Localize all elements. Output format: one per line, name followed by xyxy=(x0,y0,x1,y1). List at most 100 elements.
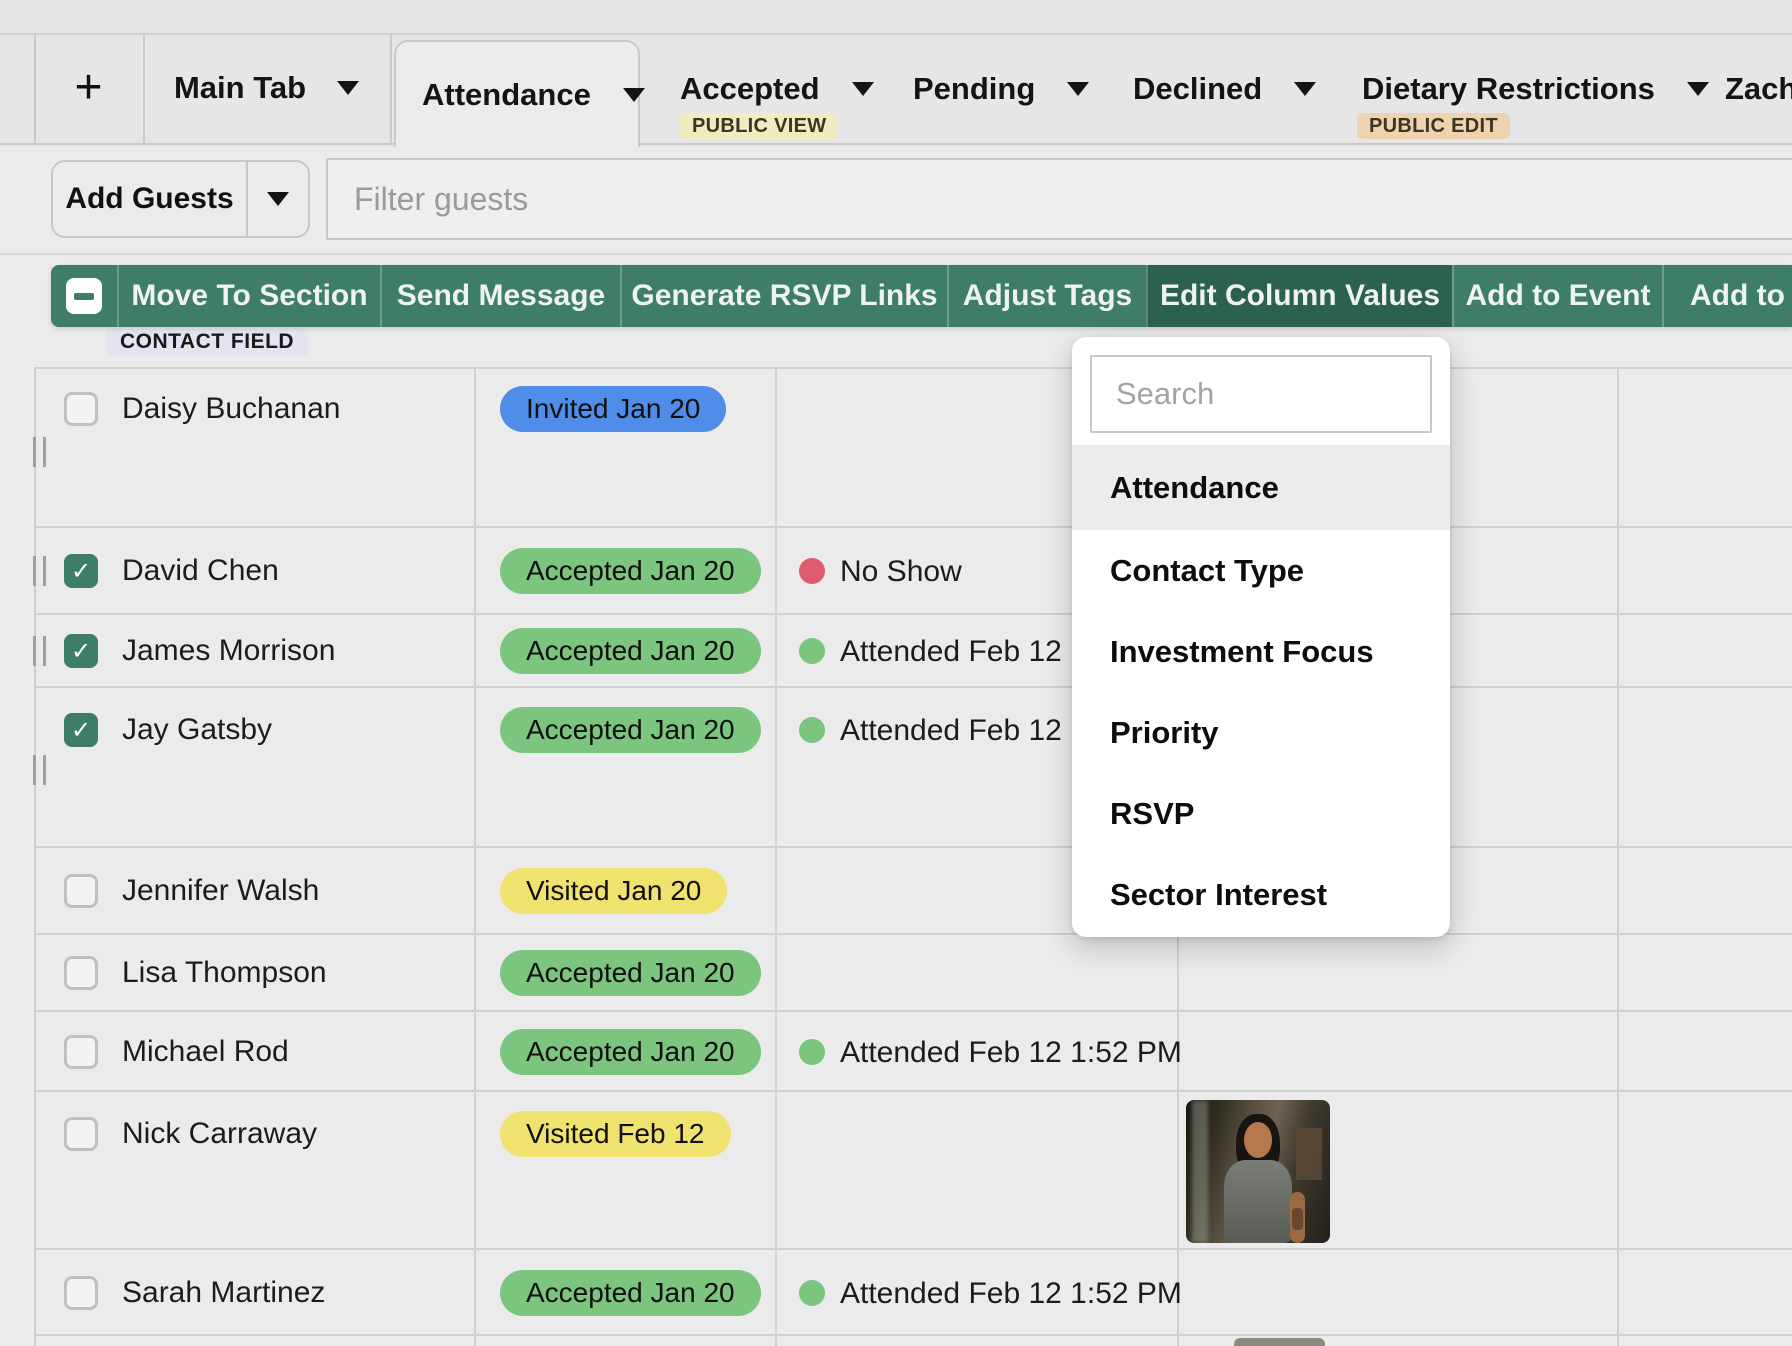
rsvp-pill[interactable]: Accepted Jan 20 xyxy=(500,950,761,996)
guest-photo-partial[interactable] xyxy=(1234,1338,1325,1346)
dropdown-item-contact-type[interactable]: Contact Type xyxy=(1072,530,1450,611)
photo-background xyxy=(1192,1100,1208,1243)
guest-photo[interactable] xyxy=(1186,1100,1330,1243)
tab-divider xyxy=(390,33,392,143)
photo-background xyxy=(1296,1128,1322,1180)
add-tab-button[interactable]: + xyxy=(34,33,143,143)
tab-dietary-restrictions[interactable]: Dietary Restrictions PUBLIC EDIT xyxy=(1362,33,1682,145)
minus-icon xyxy=(74,293,94,300)
table-row[interactable]: Jennifer Walsh Visited Jan 20 xyxy=(0,848,1792,935)
move-to-section-button[interactable]: Move To Section xyxy=(117,265,380,327)
row-checkbox-checked[interactable]: ✓ xyxy=(64,713,98,747)
button-label: Move To Section xyxy=(131,279,367,313)
add-guests-button[interactable]: Add Guests xyxy=(51,160,310,238)
status-dot-green xyxy=(799,1280,825,1306)
chevron-down-icon[interactable] xyxy=(1067,82,1089,96)
row-checkbox-checked[interactable]: ✓ xyxy=(64,554,98,588)
row-checkbox-unchecked[interactable] xyxy=(64,1276,98,1310)
add-guests-label: Add Guests xyxy=(53,182,246,216)
rsvp-pill[interactable]: Accepted Jan 20 xyxy=(500,628,761,674)
table-row[interactable]: Daisy Buchanan Invited Jan 20 xyxy=(0,367,1792,528)
rsvp-pill[interactable]: Accepted Jan 20 xyxy=(500,707,761,753)
chevron-down-icon[interactable] xyxy=(1687,82,1709,96)
button-label: Generate RSVP Links xyxy=(631,279,937,313)
dropdown-item-investment-focus[interactable]: Investment Focus xyxy=(1072,611,1450,692)
table-row[interactable]: Sarah Martinez Accepted Jan 20 Attended … xyxy=(0,1250,1792,1336)
add-to-list-button[interactable]: Add to List xyxy=(1662,265,1792,327)
drag-handle-icon[interactable] xyxy=(33,556,46,586)
tab-accepted[interactable]: Accepted PUBLIC VIEW xyxy=(680,33,880,145)
chevron-down-icon[interactable] xyxy=(623,88,645,102)
drag-handle-icon[interactable] xyxy=(33,755,46,785)
tab-label: Zach's xyxy=(1725,71,1792,107)
adjust-tags-button[interactable]: Adjust Tags xyxy=(947,265,1146,327)
rsvp-pill[interactable]: Visited Feb 12 xyxy=(500,1111,731,1157)
button-label: Add to Event xyxy=(1466,279,1651,313)
guest-name: Nick Carraway xyxy=(122,1117,317,1151)
select-all-checkbox[interactable] xyxy=(51,265,117,327)
attendance-status[interactable]: Attended Feb 12 1:52 PM xyxy=(840,1277,1182,1311)
guest-name: Daisy Buchanan xyxy=(122,392,340,426)
send-message-button[interactable]: Send Message xyxy=(380,265,620,327)
drag-handle-icon[interactable] xyxy=(33,437,46,467)
add-guests-dropdown-toggle[interactable] xyxy=(248,192,308,206)
drag-handle-icon[interactable] xyxy=(33,636,46,666)
rsvp-pill[interactable]: Invited Jan 20 xyxy=(500,386,726,432)
filter-guests-input[interactable] xyxy=(326,158,1792,240)
tab-main-tab[interactable]: Main Tab xyxy=(143,33,390,143)
row-checkbox-checked[interactable]: ✓ xyxy=(64,634,98,668)
dropdown-item-attendance[interactable]: Attendance xyxy=(1072,445,1450,530)
table-row[interactable]: ✓ James Morrison Accepted Jan 20 Attende… xyxy=(0,615,1792,688)
rsvp-pill[interactable]: Accepted Jan 20 xyxy=(500,548,761,594)
dropdown-item-label: Attendance xyxy=(1110,470,1279,506)
table-row[interactable]: Lisa Thompson Accepted Jan 20 xyxy=(0,935,1792,1012)
table-row[interactable]: ✓ David Chen Accepted Jan 20 No Show xyxy=(0,528,1792,615)
generate-rsvp-links-button[interactable]: Generate RSVP Links xyxy=(620,265,947,327)
tab-label: Declined xyxy=(1133,71,1262,107)
guest-name: Michael Rod xyxy=(122,1035,289,1069)
tab-declined[interactable]: Declined xyxy=(1133,33,1313,145)
row-border xyxy=(34,1334,1792,1336)
status-dot-green xyxy=(799,1039,825,1065)
table-row[interactable]: ✓ Jay Gatsby Accepted Jan 20 Attended Fe… xyxy=(0,688,1792,848)
row-checkbox-unchecked[interactable] xyxy=(64,1117,98,1151)
add-to-event-button[interactable]: Add to Event xyxy=(1452,265,1662,327)
table-row[interactable]: Michael Rod Accepted Jan 20 Attended Feb… xyxy=(0,1012,1792,1092)
tab-zachs-clipped[interactable]: Zach's xyxy=(1725,33,1792,145)
status-dot-green xyxy=(799,717,825,743)
column-search-input[interactable] xyxy=(1090,355,1432,433)
chevron-down-icon[interactable] xyxy=(852,82,874,96)
dropdown-item-rsvp[interactable]: RSVP xyxy=(1072,773,1450,854)
dropdown-item-priority[interactable]: Priority xyxy=(1072,692,1450,773)
dropdown-item-sector-interest[interactable]: Sector Interest xyxy=(1072,854,1450,935)
tab-bar-border xyxy=(0,143,394,145)
indeterminate-checkbox-icon xyxy=(66,278,102,314)
guest-name: Lisa Thompson xyxy=(122,956,327,990)
tab-attendance-active[interactable]: Attendance xyxy=(394,40,640,147)
row-checkbox-unchecked[interactable] xyxy=(64,956,98,990)
status-dot-red xyxy=(799,558,825,584)
photo-person xyxy=(1244,1122,1272,1158)
rsvp-pill[interactable]: Accepted Jan 20 xyxy=(500,1270,761,1316)
rsvp-pill[interactable]: Visited Jan 20 xyxy=(500,868,727,914)
chevron-down-icon[interactable] xyxy=(1294,82,1316,96)
button-label: Edit Column Values xyxy=(1160,279,1440,313)
attendance-status[interactable]: Attended Feb 12 1:52 PM xyxy=(840,1036,1182,1070)
status-dot-green xyxy=(799,638,825,664)
edit-column-values-dropdown: Attendance Contact Type Investment Focus… xyxy=(1072,337,1450,937)
row-checkbox-unchecked[interactable] xyxy=(64,392,98,426)
tab-pending[interactable]: Pending xyxy=(913,33,1093,145)
guest-name: David Chen xyxy=(122,554,279,588)
guest-name: Jay Gatsby xyxy=(122,713,272,747)
chevron-down-icon[interactable] xyxy=(337,81,359,95)
dropdown-item-label: Priority xyxy=(1110,715,1219,751)
guest-name: Sarah Martinez xyxy=(122,1276,325,1310)
rsvp-pill[interactable]: Accepted Jan 20 xyxy=(500,1029,761,1075)
table-row[interactable]: Nick Carraway Visited Feb 12 xyxy=(0,1092,1792,1250)
attendance-status[interactable]: No Show xyxy=(840,555,962,589)
edit-column-values-button[interactable]: Edit Column Values xyxy=(1146,265,1452,327)
row-checkbox-unchecked[interactable] xyxy=(64,1035,98,1069)
row-checkbox-unchecked[interactable] xyxy=(64,874,98,908)
guest-table: Daisy Buchanan Invited Jan 20 ✓ David Ch… xyxy=(0,367,1792,1346)
photo-person xyxy=(1224,1160,1292,1243)
